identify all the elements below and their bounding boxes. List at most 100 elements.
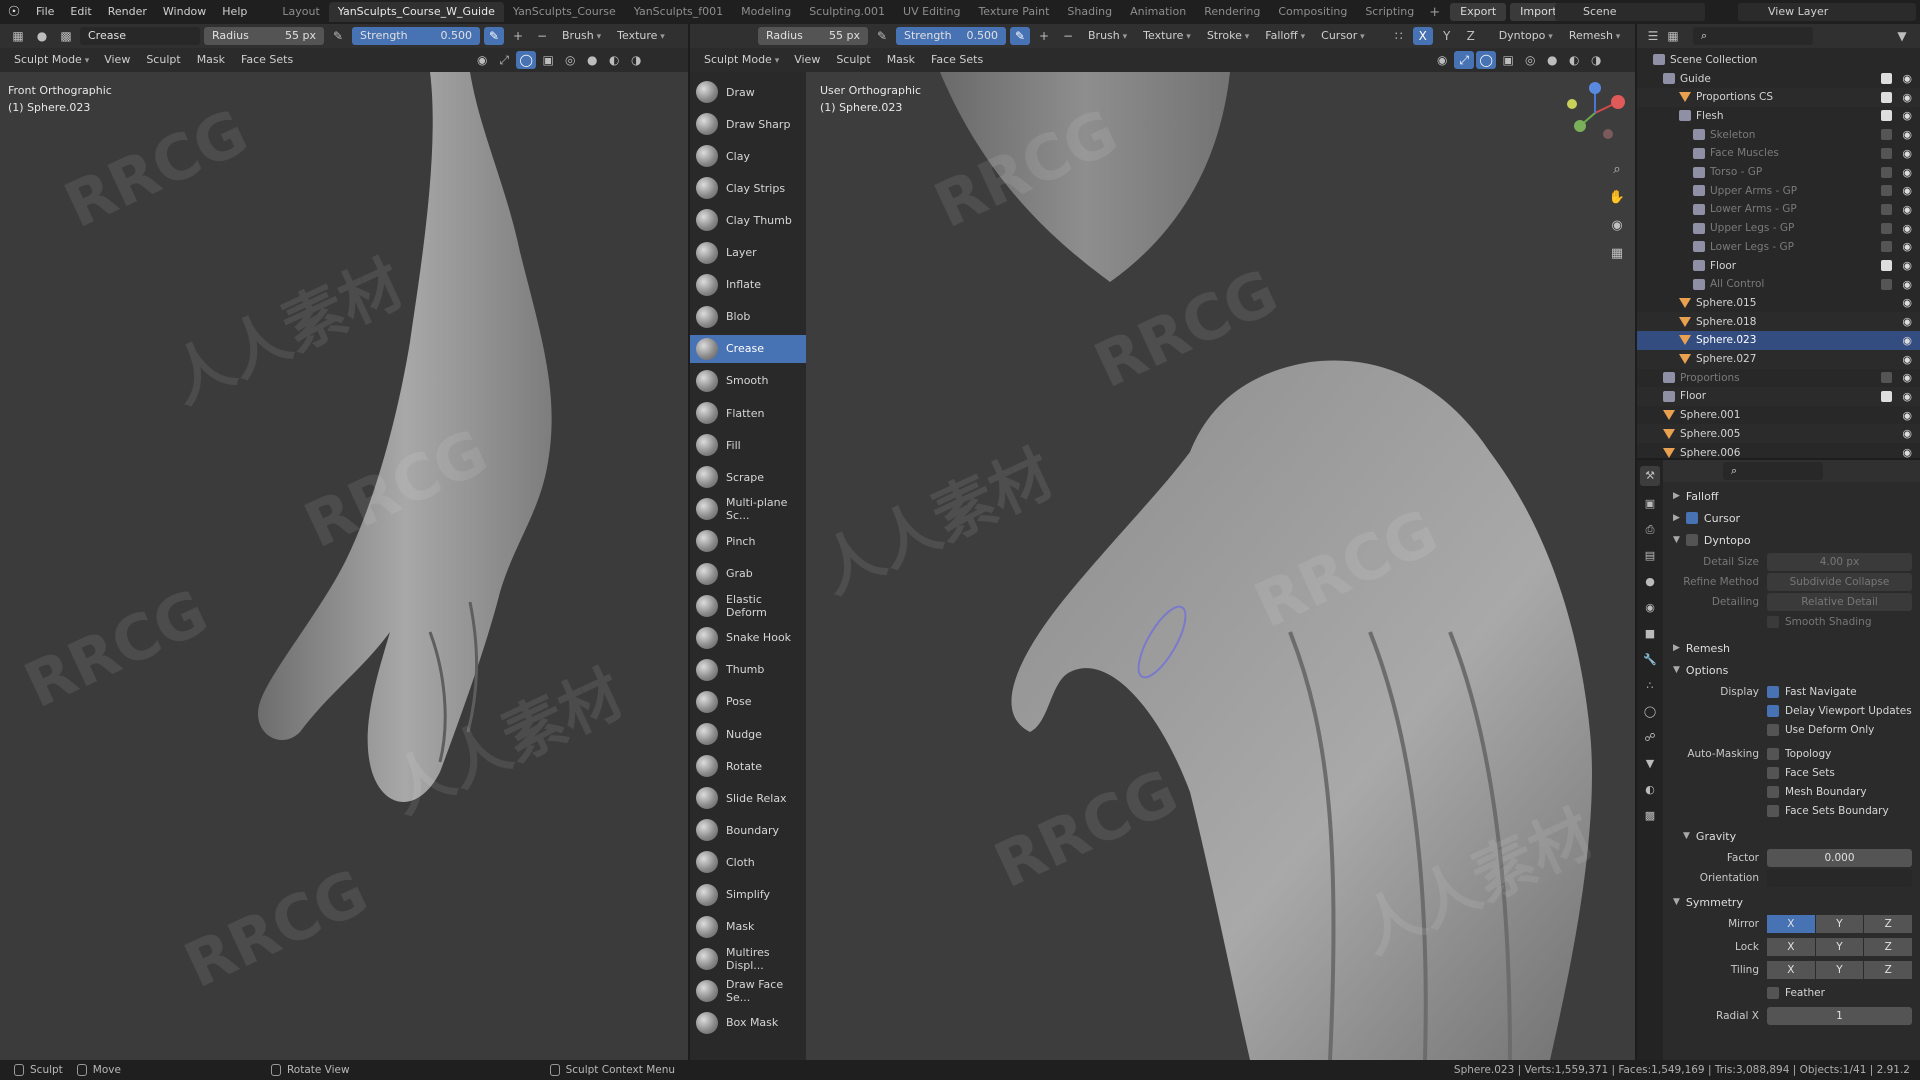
menu-view[interactable]: View (97, 51, 137, 69)
tool-inflate[interactable]: Inflate (690, 271, 806, 299)
tool-rotate[interactable]: Rotate (690, 752, 806, 780)
outliner-row[interactable]: Sphere.023 ◉ (1637, 330, 1920, 350)
outliner-row-scene-collection[interactable]: Scene Collection (1637, 50, 1920, 69)
visibility-eye-icon[interactable]: ◉ (1902, 390, 1912, 403)
outliner-row[interactable]: Sphere.018 ◉ (1637, 312, 1920, 332)
outliner-row[interactable]: Floor ◉ (1637, 386, 1920, 406)
menu-sculpt-right[interactable]: Sculpt (829, 51, 877, 69)
menu-sculpt[interactable]: Sculpt (139, 51, 187, 69)
outliner-row[interactable]: Upper Arms - GP ◉ (1637, 181, 1920, 200)
lock-z-toggle[interactable]: Z (1864, 938, 1913, 956)
use-deform-only-checkbox[interactable]: Use Deform Only (1767, 724, 1874, 736)
tab-scripting[interactable]: Scripting (1356, 2, 1423, 22)
tab-layout[interactable]: Layout (273, 2, 328, 22)
outliner-row[interactable]: Face Muscles ◉ (1637, 144, 1920, 163)
outliner-row[interactable]: Proportions ◉ (1637, 368, 1920, 387)
tool-crease[interactable]: Crease (690, 334, 806, 363)
properties-search-input[interactable]: ⌕ (1723, 462, 1823, 480)
exclude-checkbox[interactable] (1881, 278, 1892, 290)
shading-solid-icon-right[interactable]: ● (1542, 51, 1562, 69)
tab-compositing[interactable]: Compositing (1269, 2, 1356, 22)
visibility-eye-icon[interactable]: ◉ (1902, 427, 1912, 440)
topology-checkbox[interactable]: Topology (1767, 748, 1831, 760)
outliner-row[interactable]: Torso - GP ◉ (1637, 163, 1920, 182)
tool-snake-hook[interactable]: Snake Hook (690, 624, 806, 652)
tool-grab[interactable]: Grab (690, 560, 806, 588)
exclude-checkbox[interactable] (1881, 241, 1892, 253)
exclude-checkbox[interactable] (1881, 147, 1892, 159)
render-tab-icon[interactable]: ▣ (1640, 494, 1660, 514)
stroke-menu[interactable]: Stroke (1201, 27, 1255, 45)
tool-scrape[interactable]: Scrape (690, 463, 806, 491)
exclude-checkbox[interactable] (1881, 166, 1892, 178)
tiling-x-toggle[interactable]: X (1767, 961, 1815, 979)
menu-view-right[interactable]: View (787, 51, 827, 69)
tab-texture-paint[interactable]: Texture Paint (969, 2, 1058, 22)
outliner-search-input[interactable]: ⌕ (1693, 27, 1813, 45)
brush-data-icon[interactable]: ▩ (56, 27, 76, 45)
tab-uv-editing[interactable]: UV Editing (894, 2, 969, 22)
shading-rendered-icon[interactable]: ◑ (626, 51, 646, 69)
display-mode-icon[interactable]: ▦ (1663, 27, 1683, 45)
export-button[interactable]: Export (1450, 3, 1507, 21)
outliner-editor-icon[interactable]: ☰ (1643, 27, 1663, 45)
mirror-z-toggle[interactable]: Z (1864, 915, 1913, 933)
tool-fill[interactable]: Fill (690, 431, 806, 459)
constraints-tab-icon[interactable]: ☍ (1640, 728, 1660, 748)
tool-multi-plane-sc[interactable]: Multi-plane Sc... (690, 495, 806, 523)
symmetry-y-toggle[interactable]: Y (1437, 27, 1457, 45)
face-sets-checkbox[interactable]: Face Sets (1767, 767, 1835, 779)
exclude-checkbox[interactable] (1881, 390, 1892, 402)
overlays-icon-right[interactable]: ◯ (1476, 51, 1497, 69)
outliner-row[interactable]: Guide ◉ (1637, 69, 1920, 88)
visibility-icon[interactable]: ◉ (472, 51, 492, 69)
scene-selector[interactable]: Scene (1555, 3, 1705, 21)
modifier-tab-icon[interactable]: 🔧 (1640, 650, 1660, 670)
exclude-checkbox[interactable] (1881, 129, 1892, 141)
tool-slide-relax[interactable]: Slide Relax (690, 784, 806, 812)
shading-solid-icon[interactable]: ● (582, 51, 602, 69)
shading-wire-icon-right[interactable]: ◎ (1520, 51, 1540, 69)
pressure-radius-icon-right[interactable]: ✎ (872, 27, 892, 45)
menu-help[interactable]: Help (214, 0, 255, 24)
shading-rendered-icon-right[interactable]: ◑ (1586, 51, 1606, 69)
exclude-checkbox[interactable] (1881, 91, 1892, 103)
strength-field[interactable]: Strength 0.500 (352, 27, 480, 45)
dyntopo-panel[interactable]: ▼ Dyntopo (1663, 530, 1920, 550)
outliner-row[interactable]: All Control ◉ (1637, 275, 1920, 294)
lock-y-toggle[interactable]: Y (1815, 938, 1864, 956)
tool-pinch[interactable]: Pinch (690, 527, 806, 555)
tiling-y-toggle[interactable]: Y (1815, 961, 1864, 979)
detail-size-field[interactable]: 4.00 px (1767, 553, 1912, 571)
tool-draw[interactable]: Draw (690, 78, 806, 106)
direction-add-icon-right[interactable]: + (1034, 27, 1054, 45)
mirror-x-toggle[interactable]: X (1767, 915, 1815, 933)
outliner-row[interactable]: Proportions CS ◉ (1637, 87, 1920, 107)
smooth-shading-checkbox[interactable]: Smooth Shading (1767, 616, 1872, 628)
direction-subtract-icon[interactable]: − (532, 27, 552, 45)
refine-method-select[interactable]: Subdivide Collapse (1767, 573, 1912, 591)
exclude-checkbox[interactable] (1881, 372, 1892, 384)
tab-shading[interactable]: Shading (1058, 2, 1121, 22)
direction-subtract-icon-right[interactable]: − (1058, 27, 1078, 45)
cursor-panel[interactable]: ▶ Cursor (1663, 508, 1920, 528)
object-tab-icon[interactable]: ■ (1640, 624, 1660, 644)
menu-render[interactable]: Render (100, 0, 155, 24)
world-tab-icon[interactable]: ◉ (1640, 598, 1660, 618)
visibility-eye-icon[interactable]: ◉ (1902, 259, 1912, 272)
texture-menu[interactable]: Texture (611, 27, 671, 45)
outliner-row[interactable]: Flesh ◉ (1637, 106, 1920, 125)
outliner-row[interactable]: Lower Arms - GP ◉ (1637, 200, 1920, 219)
view-layer-tab-icon[interactable]: ▤ (1640, 546, 1660, 566)
texture-tab-icon[interactable]: ▩ (1640, 806, 1660, 826)
mode-selector[interactable]: Sculpt Mode (8, 51, 95, 69)
falloff-menu[interactable]: Falloff (1259, 27, 1311, 45)
symmetry-x-toggle[interactable]: X (1412, 27, 1433, 45)
blender-logo-icon[interactable]: ☉ (0, 0, 28, 24)
options-panel[interactable]: ▼ Options (1663, 660, 1920, 680)
brush-menu[interactable]: Brush (556, 27, 607, 45)
outliner-row[interactable]: Lower Legs - GP ◉ (1637, 237, 1920, 256)
visibility-eye-icon[interactable]: ◉ (1902, 315, 1912, 328)
visibility-eye-icon[interactable]: ◉ (1902, 203, 1912, 216)
outliner-row[interactable]: Sphere.005 ◉ (1637, 424, 1920, 444)
